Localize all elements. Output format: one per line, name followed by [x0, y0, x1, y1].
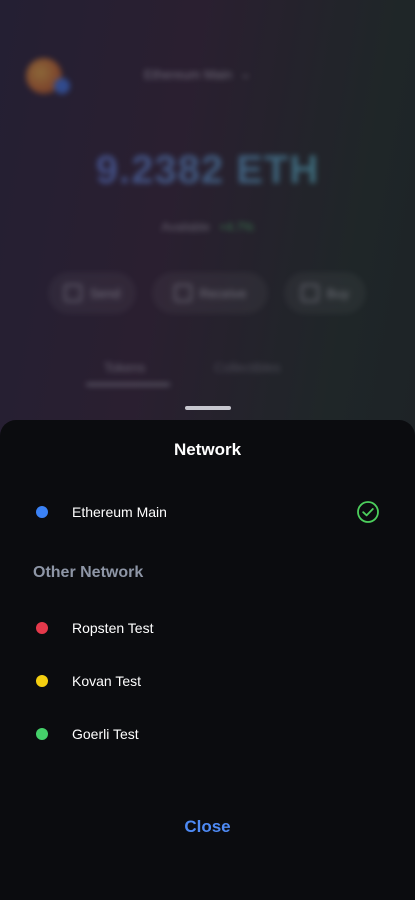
buy-icon [300, 284, 319, 302]
chevron-down-icon: ⌄ [240, 66, 252, 81]
balance-change: +4.7% [219, 220, 254, 234]
check-circle-icon [357, 501, 379, 523]
send-button: Send [48, 272, 136, 314]
balance: 9.2382 ETH [0, 148, 415, 193]
network-selector-label: Ethereum Main [144, 66, 233, 82]
send-icon [63, 284, 82, 302]
network-option-ropsten-test[interactable]: Ropsten Test [36, 614, 379, 642]
receive-label: Receive [199, 285, 247, 301]
network-option-kovan-test[interactable]: Kovan Test [36, 667, 379, 695]
receive-button: Receive [152, 272, 268, 314]
network-option-label: Ethereum Main [72, 504, 167, 520]
sheet-drag-handle[interactable] [185, 406, 231, 410]
avatar-badge-icon [54, 78, 70, 94]
network-dot-icon [36, 506, 48, 518]
other-network-heading: Other Network [33, 564, 144, 581]
balance-sub: Available +4.7% [0, 220, 415, 234]
receive-icon [173, 284, 192, 302]
network-dot-icon [36, 675, 48, 687]
buy-button: Buy [284, 272, 366, 314]
tab-tokens: Tokens [104, 360, 146, 375]
network-option-label: Ropsten Test [72, 620, 154, 636]
buy-label: Buy [326, 285, 350, 301]
network-option-ethereum-main[interactable]: Ethereum Main [36, 498, 379, 526]
sheet-title: Network [173, 440, 242, 459]
close-button[interactable]: Close [0, 817, 415, 837]
send-label: Send [89, 285, 121, 301]
network-option-goerli-test[interactable]: Goerli Test [36, 720, 379, 748]
network-selector: Ethereum Main ⌄ [144, 66, 251, 82]
tab-collectibles: Collectibles [214, 360, 281, 375]
balance-sub-label: Available [161, 220, 210, 234]
network-dot-icon [36, 622, 48, 634]
network-sheet: Network Ethereum Main Other Network Rops… [0, 420, 415, 900]
network-dot-icon [36, 728, 48, 740]
network-option-label: Kovan Test [72, 673, 142, 689]
wallet-screen: Ethereum Main ⌄ 9.2382 ETH Available +4.… [0, 0, 415, 900]
wallet-background: Ethereum Main ⌄ 9.2382 ETH Available +4.… [0, 0, 415, 420]
network-option-label: Goerli Test [72, 726, 139, 742]
tab-underline [86, 383, 170, 386]
